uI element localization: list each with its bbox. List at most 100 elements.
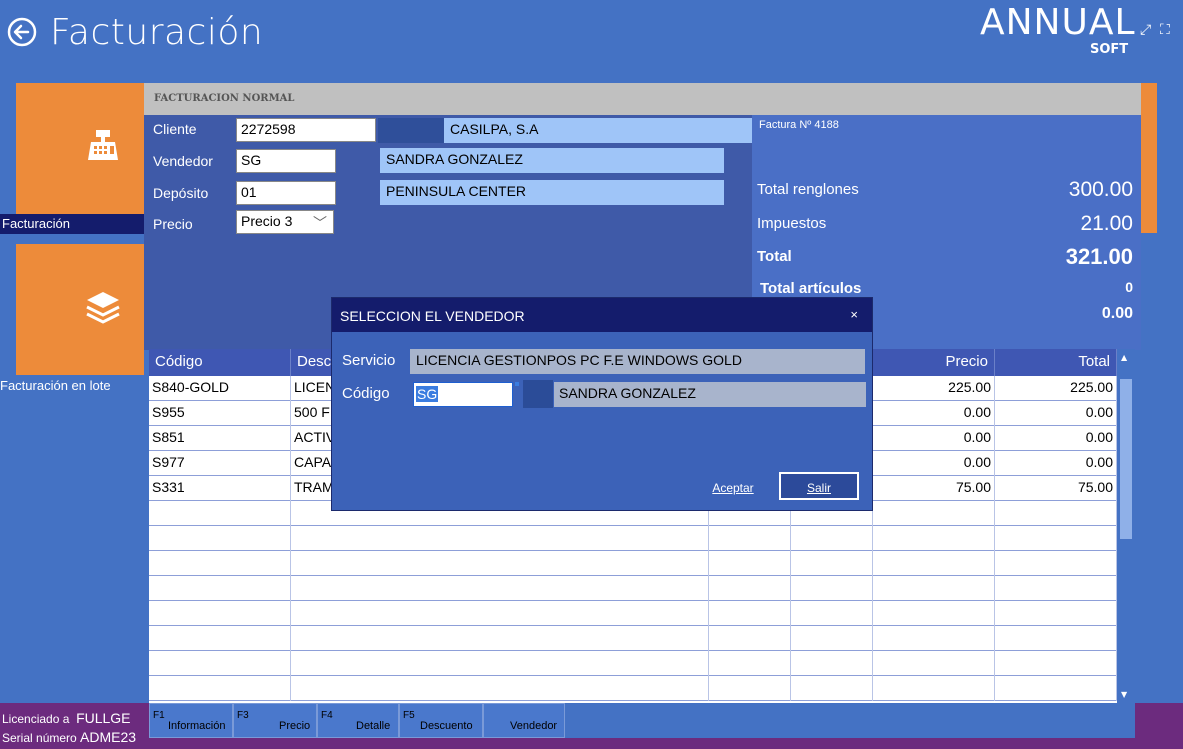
total-value: 321.00 (1065, 244, 1133, 269)
table-cell-codigo (149, 651, 291, 676)
section-title: FACTURACION NORMAL (144, 83, 1141, 115)
table-cell-desc (291, 551, 709, 576)
table-cell-precio (873, 576, 995, 601)
impuestos-value: 21.00 (1080, 212, 1133, 235)
table-cell-total (995, 501, 1117, 526)
total-articulos-label: Total artículos (760, 280, 862, 297)
table-cell (791, 676, 873, 701)
total-renglones-value: 300.00 (1068, 178, 1133, 201)
f4-label: Detalle (356, 720, 391, 732)
scroll-thumb[interactable] (1120, 379, 1132, 539)
table-cell-precio (873, 651, 995, 676)
function-key-bar: F1 Información F3 Precio F4 Detalle F5 Descu… (149, 703, 1135, 738)
vendedor-search-button[interactable] (523, 380, 553, 408)
table-cell (791, 626, 873, 651)
table-cell-precio: 225.00 (873, 376, 995, 401)
scroll-up-icon[interactable]: ▲ (1121, 353, 1127, 362)
close-icon[interactable]: × (850, 307, 858, 322)
licenciado-value: FULLGE (76, 710, 131, 726)
licenciado-label: Licenciado a (2, 712, 70, 726)
table-cell (791, 651, 873, 676)
page-title: Facturación (50, 12, 264, 53)
cliente-name-field: CASILPA, S.A (444, 118, 752, 143)
f3-precio-button[interactable]: F3 Precio (233, 703, 317, 738)
salir-button[interactable]: Salir (779, 472, 859, 500)
codigo-input[interactable]: SG (413, 382, 513, 407)
precio-select[interactable]: Precio 3 ﹀ (236, 210, 334, 234)
table-cell-total (995, 526, 1117, 551)
table-cell-codigo (149, 576, 291, 601)
table-cell-codigo: S840-GOLD (149, 376, 291, 401)
table-row[interactable] (149, 576, 1117, 601)
table-cell-codigo (149, 551, 291, 576)
scroll-down-icon[interactable]: ▼ (1121, 690, 1127, 699)
servicio-label: Servicio (342, 352, 396, 369)
table-cell-total (995, 601, 1117, 626)
vendedor-code-field[interactable]: SG (236, 149, 336, 173)
table-row[interactable] (149, 651, 1117, 676)
vendedor-button[interactable]: Vendedor (483, 703, 565, 738)
table-cell-precio (873, 501, 995, 526)
table-cell (709, 626, 791, 651)
deposito-name-field: PENINSULA CENTER (380, 180, 724, 205)
sidebar-tile-facturacion-lote[interactable] (16, 244, 144, 375)
back-arrow-icon[interactable] (6, 16, 38, 48)
deposito-code-field[interactable]: 01 (236, 181, 336, 205)
sidebar-item-facturacion-lote[interactable]: Facturación en lote (0, 378, 111, 393)
table-cell-precio (873, 526, 995, 551)
table-cell-precio: 75.00 (873, 476, 995, 501)
f5-descuento-button[interactable]: F5 Descuento (399, 703, 483, 738)
table-row[interactable] (149, 601, 1117, 626)
f3-label: Precio (279, 720, 311, 732)
table-cell-precio (873, 676, 995, 701)
col-precio[interactable]: Precio (873, 349, 995, 376)
vendedor-name-display: SANDRA GONZALEZ (554, 382, 866, 407)
table-cell (709, 601, 791, 626)
dialog-title: SELECCION EL VENDEDOR × (332, 298, 872, 332)
table-cell (709, 526, 791, 551)
table-row[interactable] (149, 676, 1117, 701)
precio-label: Precio (153, 216, 193, 232)
table-cell-total (995, 576, 1117, 601)
sidebar-tile-facturacion[interactable] (16, 83, 144, 214)
table-cell (791, 526, 873, 551)
sidebar-item-facturacion[interactable]: Facturación (0, 214, 144, 234)
table-row[interactable] (149, 626, 1117, 651)
cliente-search-button[interactable] (378, 118, 444, 143)
chevron-down-icon: ﹀ (313, 215, 327, 231)
table-cell-total (995, 626, 1117, 651)
annual-logo: ANNUAL (980, 2, 1136, 43)
table-cell-total: 225.00 (995, 376, 1117, 401)
table-cell-desc (291, 576, 709, 601)
dropdown-marker (515, 382, 519, 386)
table-cell-precio: 0.00 (873, 401, 995, 426)
servicio-field: LICENCIA GESTIONPOS PC F.E WINDOWS GOLD (410, 349, 865, 374)
table-cell-total: 75.00 (995, 476, 1117, 501)
select-vendedor-dialog: SELECCION EL VENDEDOR × Servicio LICENCI… (331, 297, 873, 511)
cash-register-icon (88, 130, 118, 160)
f5-label: Descuento (420, 720, 473, 732)
table-cell-total (995, 651, 1117, 676)
col-codigo[interactable]: Código (149, 349, 291, 376)
impuestos-label: Impuestos (757, 215, 827, 232)
table-cell-total: 0.00 (995, 426, 1117, 451)
table-cell-codigo (149, 501, 291, 526)
col-total[interactable]: Total (995, 349, 1117, 376)
vertical-scrollbar[interactable]: ▲ ▼ (1117, 349, 1135, 703)
cliente-code-field[interactable]: 2272598 (236, 118, 376, 142)
f1-label: Información (168, 720, 226, 732)
table-cell (709, 576, 791, 601)
f4-detalle-button[interactable]: F4 Detalle (317, 703, 399, 738)
table-cell-total (995, 676, 1117, 701)
f1-info-button[interactable]: F1 Información (149, 703, 233, 738)
table-row[interactable] (149, 551, 1117, 576)
table-cell-codigo (149, 676, 291, 701)
total-articulos-value: 0 (1125, 279, 1133, 295)
table-row[interactable] (149, 526, 1117, 551)
side-strip (1141, 83, 1157, 233)
restore-icon[interactable]: ⤢ (1140, 22, 1151, 38)
table-cell-precio: 0.00 (873, 451, 995, 476)
aceptar-button[interactable]: Aceptar (700, 474, 766, 502)
table-cell-total: 0.00 (995, 401, 1117, 426)
fullscreen-icon[interactable]: ⛶ (1160, 22, 1170, 38)
